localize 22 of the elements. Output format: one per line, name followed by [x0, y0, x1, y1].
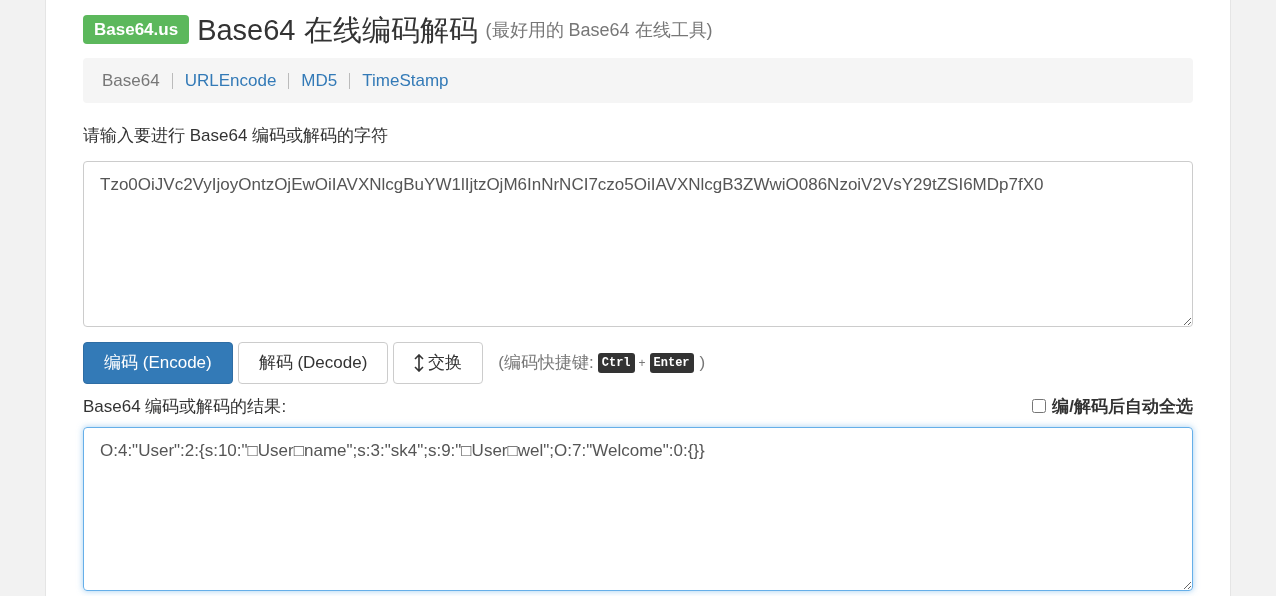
page-title: Base64 在线编码解码	[197, 13, 478, 48]
auto-select-label: 编/解码后自动全选	[1052, 395, 1193, 418]
up-down-arrow-icon	[414, 353, 425, 372]
page-subtitle: (最好用的 Base64 在线工具)	[485, 19, 713, 42]
decode-button[interactable]: 解码 (Decode)	[237, 341, 389, 384]
nav-link[interactable]: TimeStamp	[362, 67, 449, 94]
swap-button[interactable]: 交换	[393, 341, 484, 384]
shortcut-close: )	[699, 351, 706, 374]
nav-link[interactable]: Base64	[102, 67, 160, 94]
input-label: 请输入要进行 Base64 编码或解码的字符	[83, 125, 390, 147]
logo-badge: Base64.us	[83, 14, 190, 44]
input-field[interactable]: Tzo0OiJVc2VyIjoyOntzOjEwOiIAVXNlcgBuYW1lIjtzOjM6InNrNCI7czo5OiIAVXNlcgB3ZWwiO086NzoiV2VsY29tZSI6MDp7fX0	[83, 160, 1193, 327]
shortcut-label: (编码快捷键:	[498, 351, 594, 374]
nav-link[interactable]: MD5	[301, 67, 338, 94]
encode-button[interactable]: 编码 (Encode)	[83, 341, 233, 384]
plus-sign: +	[638, 354, 646, 372]
keyboard-key: Ctrl	[597, 352, 635, 373]
nav-link[interactable]: URLEncode	[184, 67, 277, 94]
keyboard-key: Enter	[649, 352, 694, 373]
output-label: Base64 编码或解码的结果:	[83, 395, 287, 418]
output-field[interactable]: O:4:"User":2:{s:10:"□User□name";s:3:"sk4";s:9:"□User□wel";O:7:"Welcome":0:{}}	[83, 427, 1193, 591]
auto-select-checkbox[interactable]	[1032, 399, 1047, 414]
